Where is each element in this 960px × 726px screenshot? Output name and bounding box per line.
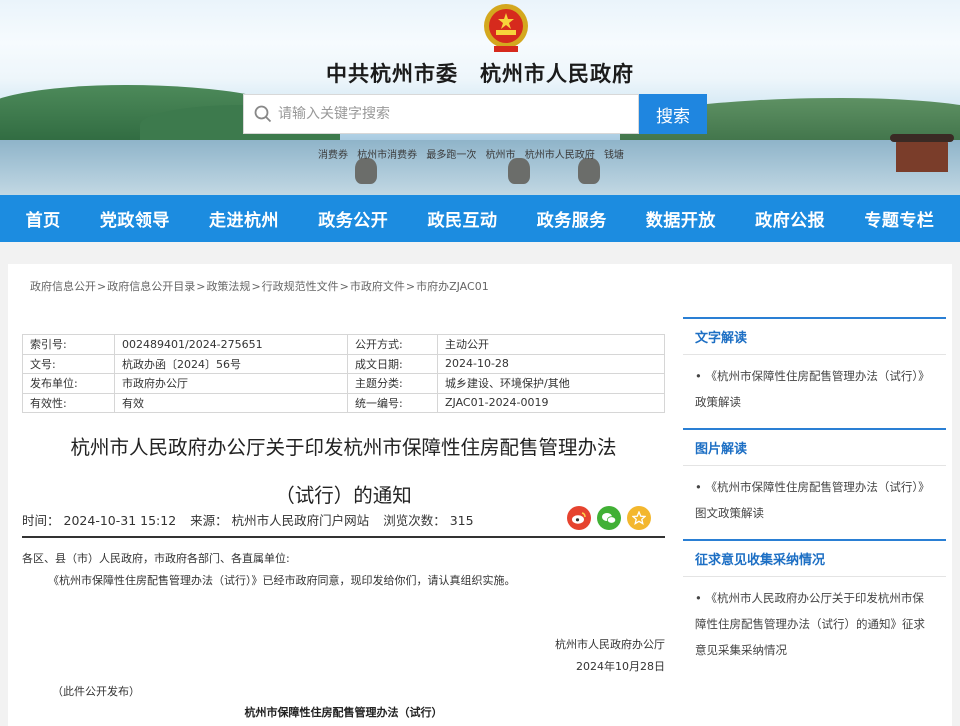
views-label: 浏览次数：	[383, 513, 446, 528]
meta-key: 有效性:	[22, 392, 115, 413]
attachment-title: 杭州市保障性住房配售管理办法（试行）	[244, 706, 443, 719]
banner-stone-lantern	[355, 158, 377, 184]
source-value: 杭州市人民政府门户网站	[231, 513, 370, 528]
sign-date: 2024年10月28日	[576, 660, 665, 673]
nav-item-services[interactable]: 政务服务	[537, 206, 607, 231]
breadcrumb-link[interactable]: 政府信息公开	[30, 280, 96, 293]
search-button[interactable]: 搜索	[639, 94, 707, 134]
nav-item-special-topics[interactable]: 专题专栏	[864, 206, 934, 231]
article-title-line: 杭州市人民政府办公厅关于印发杭州市保障性住房配售管理办法	[70, 436, 617, 459]
header-banner: 中共杭州市委 杭州市人民政府 搜索 消费券 杭州市消费券 最多跑一次 杭州市 杭…	[0, 0, 960, 195]
meta-key: 公开方式:	[347, 334, 438, 355]
search-input[interactable]	[278, 106, 618, 122]
hot-word-link[interactable]: 杭州市人民政府	[525, 150, 595, 161]
meta-value: 2024-10-28	[437, 353, 665, 374]
sidebar-link[interactable]: • 《杭州市保障性住房配售管理办法（试行）》图文政策解读	[683, 466, 946, 526]
nav-item-leadership[interactable]: 党政领导	[100, 206, 170, 231]
meta-key: 文号:	[22, 353, 115, 374]
table-row: 有效性: 有效 统一编号: ZJAC01-2024-0019	[22, 392, 665, 413]
publish-time: 2024-10-31 15:12	[63, 513, 177, 528]
sidebar-heading: 图片解读	[683, 430, 946, 466]
sidebar-text-interpretation: 文字解读 • 《杭州市保障性住房配售管理办法（试行）》政策解读	[683, 317, 946, 421]
time-label: 时间：	[22, 513, 60, 528]
hot-word-link[interactable]: 杭州市	[486, 150, 516, 161]
article-salutation: 各区、县（市）人民政府，市政府各部门、各直属单位:	[22, 552, 290, 565]
article-signature: 杭州市人民政府办公厅 2024年10月28日	[22, 634, 665, 678]
sidebar-link[interactable]: • 《杭州市人民政府办公厅关于印发杭州市保障性住房配售管理办法（试行）的通知》征…	[683, 577, 946, 663]
meta-key: 发布单位:	[22, 373, 115, 394]
share-buttons	[567, 506, 651, 530]
meta-value: 市政府办公厅	[114, 373, 348, 394]
favorite-star-icon[interactable]	[627, 506, 651, 530]
national-emblem-icon	[484, 4, 528, 52]
hot-word-link[interactable]: 最多跑一次	[426, 150, 476, 161]
meta-value: 城乡建设、环境保护/其他	[437, 373, 665, 394]
divider	[22, 536, 665, 538]
nav-item-gazette[interactable]: 政府公报	[755, 206, 825, 231]
breadcrumb-link[interactable]: 市府办ZJAC01	[416, 280, 489, 293]
nav-item-home[interactable]: 首页	[26, 206, 61, 231]
hot-word-link[interactable]: 杭州市消费券	[357, 150, 417, 161]
meta-value: 主动公开	[437, 334, 665, 355]
site-title[interactable]: 中共杭州市委 杭州市人民政府	[300, 58, 660, 88]
sidebar-feedback: 征求意见收集采纳情况 • 《杭州市人民政府办公厅关于印发杭州市保障性住房配售管理…	[683, 539, 946, 669]
meta-value: 002489401/2024-275651	[114, 334, 348, 355]
table-row: 发布单位: 市政府办公厅 主题分类: 城乡建设、环境保护/其他	[22, 373, 665, 394]
meta-key: 统一编号:	[347, 392, 438, 413]
meta-value: ZJAC01-2024-0019	[437, 392, 665, 413]
article-info: 时间： 2024-10-31 15:12 来源： 杭州市人民政府门户网站 浏览次数： 31…	[22, 506, 665, 536]
meta-value: 有效	[114, 392, 348, 413]
table-row: 索引号: 002489401/2024-275651 公开方式: 主动公开	[22, 334, 665, 355]
sidebar-heading: 征求意见收集采纳情况	[683, 541, 946, 577]
sidebar-image-interpretation: 图片解读 • 《杭州市保障性住房配售管理办法（试行）》图文政策解读	[683, 428, 946, 532]
meta-key: 索引号:	[22, 334, 115, 355]
table-row: 文号: 杭政办函〔2024〕56号 成文日期: 2024-10-28	[22, 353, 665, 374]
banner-pavilion	[890, 134, 954, 172]
sidebar-link[interactable]: • 《杭州市保障性住房配售管理办法（试行）》政策解读	[683, 355, 946, 415]
document-meta-table: 索引号: 002489401/2024-275651 公开方式: 主动公开 文号…	[22, 334, 665, 413]
meta-key: 主题分类:	[347, 373, 438, 394]
wechat-icon[interactable]	[597, 506, 621, 530]
banner-stone-lantern	[508, 158, 530, 184]
article-paragraph: 《杭州市保障性住房配售管理办法（试行）》已经市政府同意，现印发给你们，请认真组织…	[48, 574, 516, 587]
nav-item-interaction[interactable]: 政民互动	[427, 206, 497, 231]
signer: 杭州市人民政府办公厅	[555, 638, 665, 651]
breadcrumb-link[interactable]: 政策法规	[206, 280, 250, 293]
views-count: 315	[449, 513, 474, 528]
hot-word-link[interactable]: 消费券	[318, 150, 348, 161]
breadcrumb-link[interactable]: 政府信息公开目录	[107, 280, 195, 293]
search-bar: 搜索	[243, 94, 707, 134]
article-body: 各区、县（市）人民政府，市政府各部门、各直属单位: 《杭州市保障性住房配售管理办…	[22, 548, 665, 592]
publish-note: （此件公开发布）	[52, 685, 140, 698]
nav-item-open-data[interactable]: 数据开放	[646, 206, 716, 231]
nav-item-about-hangzhou[interactable]: 走进杭州	[209, 206, 279, 231]
breadcrumb-link[interactable]: 市政府文件	[350, 280, 405, 293]
search-icon	[254, 105, 272, 123]
banner-stone-lantern	[578, 158, 600, 184]
breadcrumb: 政府信息公开>政府信息公开目录>政策法规>行政规范性文件>市政府文件>市府办ZJ…	[30, 280, 489, 293]
main-nav: 首页 党政领导 走进杭州 政务公开 政民互动 政务服务 数据开放 政府公报 专题…	[0, 195, 960, 242]
source-label: 来源：	[190, 513, 228, 528]
hot-words: 消费券 杭州市消费券 最多跑一次 杭州市 杭州市人民政府 钱塘	[318, 146, 630, 161]
breadcrumb-link[interactable]: 行政规范性文件	[262, 280, 339, 293]
sidebar-heading: 文字解读	[683, 319, 946, 355]
hot-word-link[interactable]: 钱塘	[604, 150, 624, 161]
weibo-icon[interactable]	[567, 506, 591, 530]
search-box[interactable]	[243, 94, 639, 134]
meta-key: 成文日期:	[347, 353, 438, 374]
meta-value: 杭政办函〔2024〕56号	[114, 353, 348, 374]
nav-item-gov-disclosure[interactable]: 政务公开	[318, 206, 388, 231]
